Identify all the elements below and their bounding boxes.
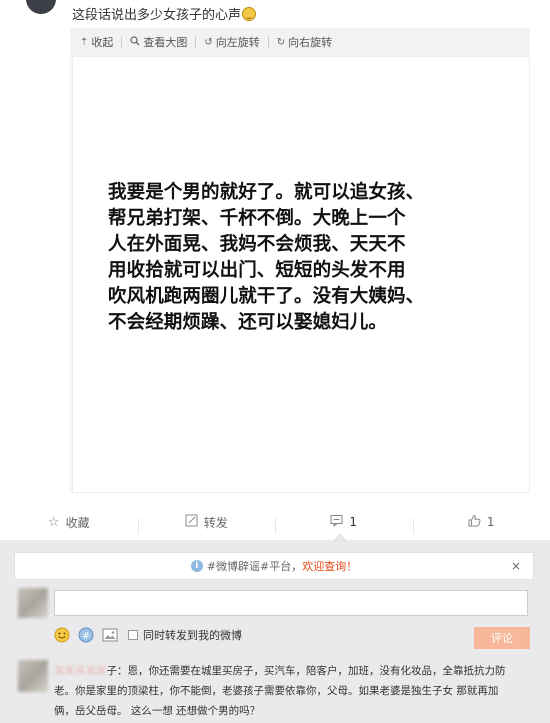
quote-line: 我要是个男的就好了。就可以追女孩、 <box>108 182 425 203</box>
thumbs-up-icon <box>468 514 481 531</box>
rotate-right-icon: ↻ <box>276 36 286 48</box>
svg-text:#: # <box>82 632 90 642</box>
comment-text-line: 老。你是家里的顶梁柱，你不能倒，老婆孩子需要依靠你，父母。如果老婆是独生子女 那… <box>54 685 499 697</box>
image-toolbar: ⇡ 收起 查看大图 ↺ 向左旋转 ↻ 向右旋转 <box>70 28 530 56</box>
star-icon: ☆ <box>47 514 60 530</box>
comment-icon <box>330 514 343 531</box>
quote-line: 帮兄弟打架、千杯不倒。大晚上一个 <box>108 208 406 229</box>
info-icon: i <box>190 560 203 572</box>
comment-count: 1 <box>349 515 358 529</box>
grin-emoji-icon <box>242 7 257 21</box>
commenter-name[interactable]: 某某某某某 <box>54 665 107 677</box>
collapse-label: 收起 <box>91 36 114 49</box>
emoji-icon[interactable] <box>54 627 70 643</box>
magnifier-icon <box>130 35 140 49</box>
comment-line: 某某某某某子：恩，你还需要在城里买房子，买汽车，陪客户，加班，没有化妆品，全靠抵… <box>54 661 534 681</box>
active-tab-arrow-icon <box>334 534 346 541</box>
notice-prefix: #微博辟谣#平台， <box>206 560 303 573</box>
rotate-right-button[interactable]: ↻ 向右旋转 <box>269 34 340 50</box>
quote-line: 吹风机跑两圈儿就干了。没有大姨妈、 <box>108 286 425 307</box>
quote-line: 人在外面晃、我妈不会烦我、天天不 <box>108 234 406 255</box>
quote-line: 用收拾就可以出门、短短的头发不用 <box>108 260 406 281</box>
topic-icon[interactable]: # <box>78 627 94 643</box>
commenter-avatar[interactable] <box>18 660 48 692</box>
comment-text-line: 俩，岳父岳母。 这么一想 还想做个男的吗？ <box>54 705 261 717</box>
notice-link[interactable]: 欢迎查询！ <box>302 558 357 574</box>
picture-icon[interactable] <box>102 627 118 643</box>
collapse-button[interactable]: ⇡ 收起 <box>72 34 121 50</box>
also-repost-label: 同时转发到我的微博 <box>143 629 242 642</box>
comment-item: 某某某某某子：恩，你还需要在城里买房子，买汽车，陪客户，加班，没有化妆品，全靠抵… <box>54 661 534 721</box>
image-quote-text: 我要是个男的就好了。就可以追女孩、 帮兄弟打架、千杯不倒。大晚上一个 人在外面晃… <box>108 180 528 336</box>
favorite-button[interactable]: ☆ 收藏 <box>0 514 138 531</box>
rotate-left-button[interactable]: ↺ 向左旋转 <box>196 34 267 50</box>
like-button[interactable]: 1 <box>412 514 550 534</box>
also-repost-checkbox[interactable] <box>128 630 138 640</box>
rotate-right-label: 向右旋转 <box>288 36 333 49</box>
rotate-left-icon: ↺ <box>204 36 213 48</box>
like-count: 1 <box>486 515 495 529</box>
arrow-up-icon: ⇡ <box>80 36 89 48</box>
comment-text-line: 子：恩，你还需要在城里买房子，买汽车，陪客户，加班，没有化妆品，全靠抵抗力防 <box>106 665 506 677</box>
comment-button[interactable]: 1 <box>275 514 413 534</box>
comment-input[interactable] <box>54 590 528 616</box>
repost-label: 转发 <box>203 515 228 530</box>
submit-comment-button[interactable]: 评论 <box>474 627 530 649</box>
current-user-avatar[interactable] <box>18 588 48 618</box>
post-text-content: 这段话说出多少女孩子的心声 <box>72 8 242 23</box>
close-icon[interactable]: × <box>511 559 521 573</box>
view-large-label: 查看大图 <box>143 36 188 49</box>
post-text: 这段话说出多少女孩子的心声 <box>72 4 257 23</box>
view-large-button[interactable]: 查看大图 <box>122 34 195 50</box>
comment-tools: # 同时转发到我的微博 <box>54 626 242 644</box>
repost-button[interactable]: 转发 <box>137 514 276 534</box>
repost-icon <box>185 514 198 531</box>
post-action-bar: ☆ 收藏 转发 1 1 <box>0 505 550 539</box>
rumor-notice-bar: i #微博辟谣#平台， 欢迎查询！ × <box>14 552 534 580</box>
rotate-left-label: 向左旋转 <box>215 36 260 49</box>
quote-line: 不会经期烦躁、还可以娶媳妇儿。 <box>108 312 388 333</box>
favorite-label: 收藏 <box>65 515 90 530</box>
